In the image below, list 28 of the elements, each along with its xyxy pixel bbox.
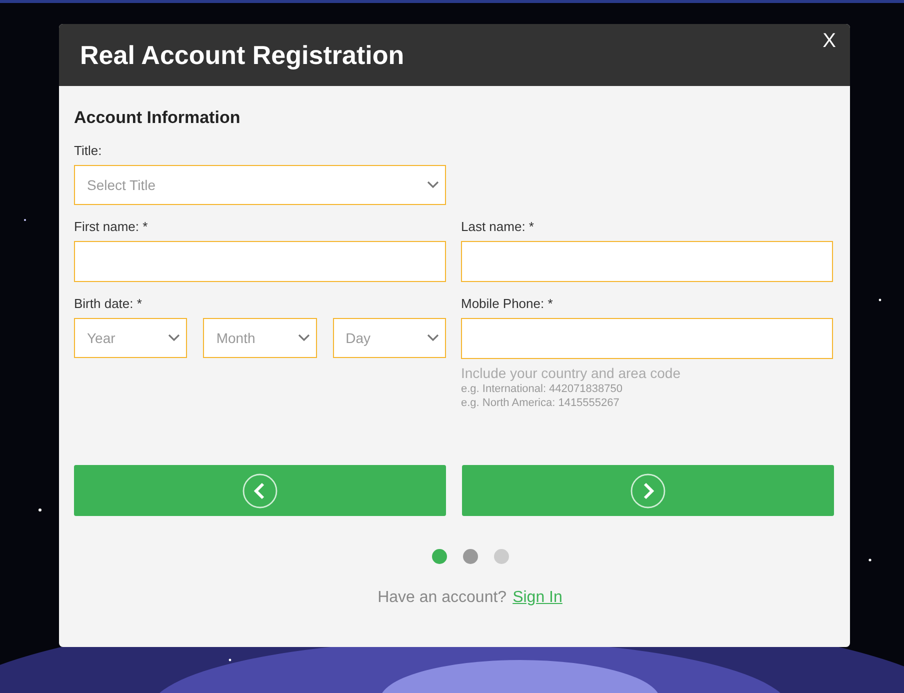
- back-button[interactable]: [74, 465, 446, 516]
- last-name-field[interactable]: [461, 241, 833, 282]
- field-label: Birth date: *: [74, 296, 143, 311]
- chevron-down-icon: [427, 334, 439, 342]
- close-button[interactable]: X: [818, 30, 840, 53]
- chevron-down-icon: [298, 334, 310, 342]
- title-select[interactable]: Select Title: [74, 165, 446, 205]
- field-label: First name: *: [74, 219, 149, 234]
- mobile-phone-field[interactable]: [461, 318, 833, 359]
- first-name-field[interactable]: [74, 241, 446, 282]
- chevron-right-icon: [630, 472, 666, 508]
- field-label: Mobile Phone: *: [461, 296, 554, 311]
- date-select[interactable]: Day: [332, 318, 446, 358]
- sign-in-link[interactable]: Sign In: [512, 589, 562, 607]
- hint-text: Include your country and area code: [461, 365, 682, 381]
- dialog-title: Real Account Registration: [80, 40, 404, 70]
- section-title: Account Information: [74, 108, 242, 128]
- date-select[interactable]: Month: [203, 318, 317, 358]
- chevron-down-icon: [168, 334, 180, 342]
- chevron-down-icon: [427, 181, 439, 189]
- field-label: Last name: *: [461, 219, 535, 234]
- date-select[interactable]: Year: [74, 318, 188, 358]
- field-label: Title:: [74, 143, 103, 158]
- example-text: e.g. International: 442071838750: [461, 383, 624, 395]
- example-text: e.g. North America: 1415555267: [461, 397, 620, 409]
- chevron-left-icon: [242, 472, 278, 508]
- account-prompt: Have an account?: [378, 589, 507, 607]
- next-button[interactable]: [462, 465, 834, 516]
